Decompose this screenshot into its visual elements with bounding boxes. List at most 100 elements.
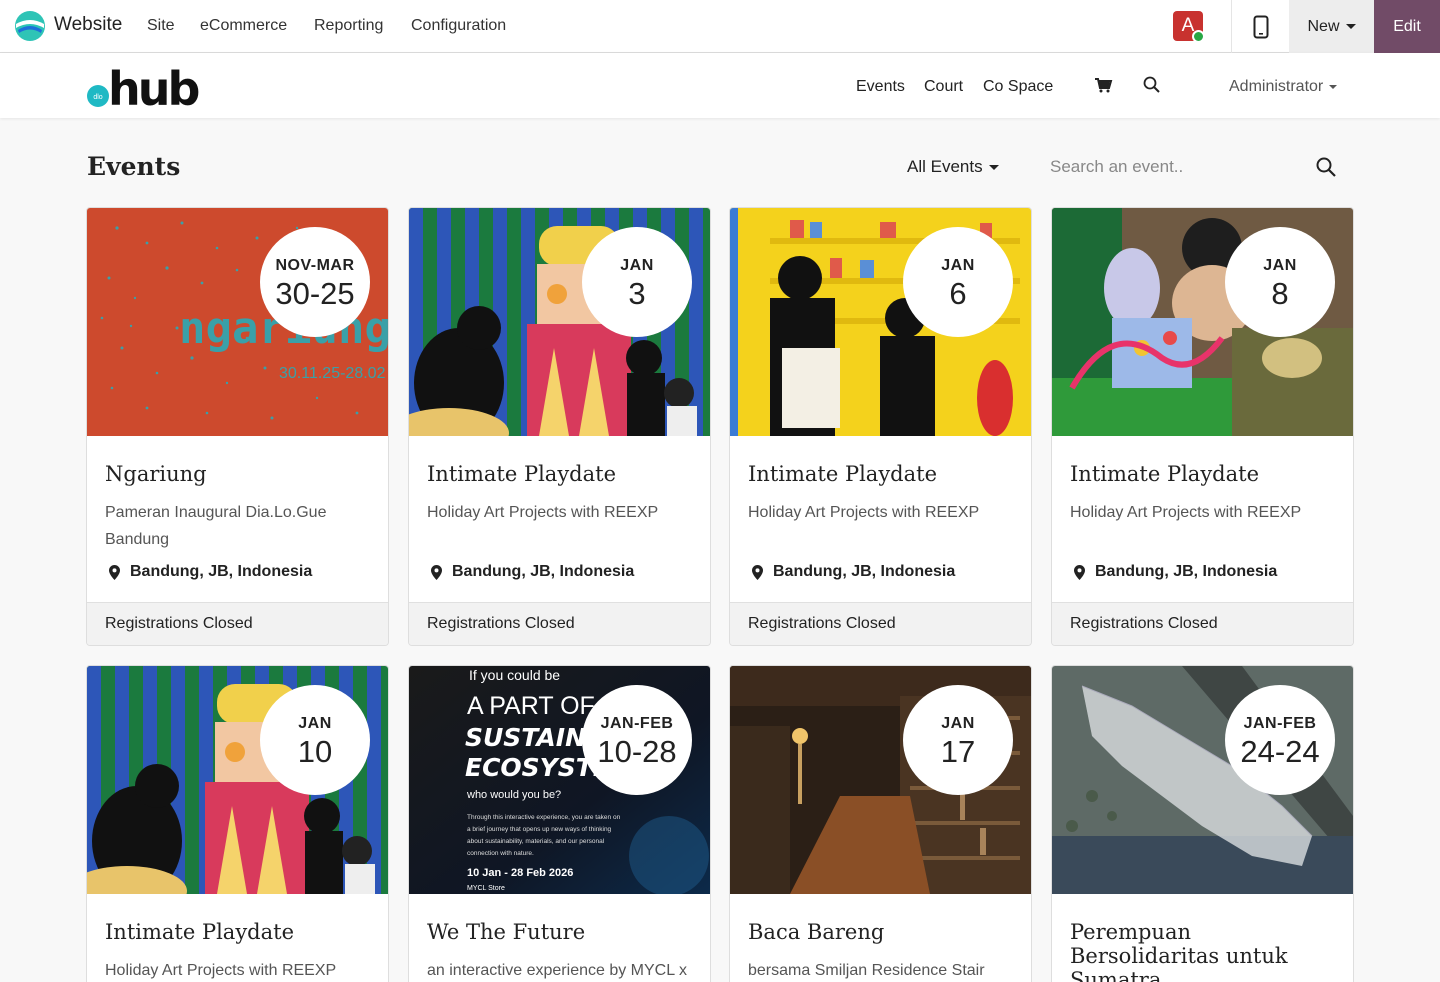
date-month: JAN (298, 715, 332, 732)
event-subtitle: an interactive experience by MYCL x (427, 962, 687, 979)
nav-co-space[interactable]: Co Space (983, 78, 1053, 96)
event-title[interactable]: Perempuan Bersolidaritas untuk Sumatra (1070, 920, 1335, 982)
filter-label: All Events (907, 157, 983, 176)
date-day: 10 (297, 734, 333, 769)
map-marker-icon (431, 564, 442, 580)
nav-events[interactable]: Events (856, 78, 905, 96)
date-badge: JAN 8 (1225, 227, 1335, 337)
date-badge: JAN-FEB 24-24 (1225, 685, 1335, 795)
event-card[interactable]: JAN 8 Intimate Playdate Holiday Art Proj… (1051, 207, 1354, 646)
date-month: JAN (941, 257, 975, 274)
event-card[interactable]: JAN 3 Intimate Playdate Holiday Art Proj… (408, 207, 711, 646)
svg-text:10 Jan - 28 Feb 2026: 10 Jan - 28 Feb 2026 (467, 867, 573, 879)
date-day: 17 (940, 734, 976, 769)
map-marker-icon (1074, 564, 1085, 580)
search-input[interactable] (1036, 145, 1354, 189)
menu-configuration[interactable]: Configuration (411, 17, 506, 35)
date-month: JAN (1263, 257, 1297, 274)
online-status-dot (1192, 30, 1205, 43)
app-title[interactable]: Website (54, 14, 122, 36)
website-app-icon[interactable] (14, 10, 46, 42)
date-day: 24-24 (1240, 734, 1320, 769)
date-day: 3 (628, 276, 646, 311)
event-subtitle: Pameran Inaugural Dia.Lo.Gue Bandung (105, 504, 327, 548)
date-day: 30-25 (275, 276, 355, 311)
date-badge: JAN 10 (260, 685, 370, 795)
event-location: Bandung, JB, Indonesia (1070, 563, 1277, 581)
svg-text:If you could be: If you could be (469, 667, 560, 683)
nav-court[interactable]: Court (924, 78, 963, 96)
location-text: Bandung, JB, Indonesia (130, 563, 313, 580)
event-title[interactable]: We The Future (427, 920, 692, 944)
chevron-down-icon (1329, 84, 1338, 89)
event-title[interactable]: Intimate Playdate (748, 462, 1013, 486)
search-icon[interactable] (1314, 155, 1338, 179)
map-marker-icon (109, 564, 120, 580)
site-logo[interactable]: dlo hub (86, 63, 210, 109)
event-title[interactable]: Intimate Playdate (105, 920, 370, 944)
site-header: dlo hub Events Court Co Space Administra… (0, 53, 1440, 118)
event-subtitle: Holiday Art Projects with REEXP (748, 504, 980, 521)
date-badge: JAN-FEB 10-28 (582, 685, 692, 795)
event-subtitle: bersama Smiljan Residence Stair (748, 962, 985, 979)
event-card[interactable]: JAN 6 Intimate Playdate Holiday Art Proj… (729, 207, 1032, 646)
event-location: Bandung, JB, Indonesia (427, 563, 634, 581)
page-title: Events (87, 152, 181, 181)
menu-site[interactable]: Site (147, 17, 175, 35)
user-menu[interactable]: Administrator (1229, 78, 1338, 96)
event-location: Bandung, JB, Indonesia (105, 563, 312, 581)
edit-button[interactable]: Edit (1374, 0, 1440, 53)
registration-status: Registrations Closed (730, 602, 1031, 645)
date-badge: JAN 17 (903, 685, 1013, 795)
date-month: JAN-FEB (1243, 715, 1317, 732)
chevron-down-icon (1345, 24, 1356, 29)
date-day: 6 (949, 276, 967, 311)
shopping-cart-icon[interactable] (1093, 75, 1113, 95)
date-month: JAN-FEB (600, 715, 674, 732)
menu-ecommerce[interactable]: eCommerce (200, 17, 287, 35)
date-badge: JAN 3 (582, 227, 692, 337)
registration-status: Registrations Closed (1052, 602, 1353, 645)
svg-text:who would you be?: who would you be? (466, 789, 561, 801)
event-title[interactable]: Baca Bareng (748, 920, 1013, 944)
new-content-button[interactable]: New (1289, 0, 1374, 53)
date-month: JAN (941, 715, 975, 732)
event-card[interactable]: JAN 17 Baca Bareng bersama Smiljan Resid… (729, 665, 1032, 982)
location-text: Bandung, JB, Indonesia (452, 563, 635, 580)
location-text: Bandung, JB, Indonesia (773, 563, 956, 580)
event-subtitle: Holiday Art Projects with REEXP (427, 504, 659, 521)
mobile-phone-icon (1253, 15, 1268, 38)
event-card[interactable]: JAN-FEB 24-24 Perempuan Bersolidaritas u… (1051, 665, 1354, 982)
user-menu-label: Administrator (1229, 78, 1324, 95)
date-day: 10-28 (597, 734, 677, 769)
svg-text:connection with nature.: connection with nature. (467, 850, 534, 857)
event-title[interactable]: Intimate Playdate (427, 462, 692, 486)
svg-text:a brief journey that opens up: a brief journey that opens up new ways o… (467, 826, 612, 833)
svg-text:hub: hub (108, 63, 198, 109)
svg-text:A PART OF: A PART OF (467, 692, 595, 720)
event-search (1036, 145, 1354, 189)
event-card[interactable]: JAN 10 Intimate Playdate Holiday Art Pro… (86, 665, 389, 982)
event-card[interactable]: If you could be A PART OF SUSTAINABLE EC… (408, 665, 711, 982)
admin-bar: Website Site eCommerce Reporting Configu… (0, 0, 1440, 53)
event-subtitle: Holiday Art Projects with REEXP (1070, 504, 1302, 521)
event-title[interactable]: Ngariung (105, 462, 370, 486)
svg-text:Through this interactive exper: Through this interactive experience, you… (467, 814, 621, 821)
search-icon[interactable] (1142, 75, 1162, 95)
registration-status: Registrations Closed (87, 602, 388, 645)
map-marker-icon (752, 564, 763, 580)
registration-status: Registrations Closed (409, 602, 710, 645)
events-filter-dropdown[interactable]: All Events (907, 157, 999, 177)
edit-label: Edit (1393, 17, 1421, 35)
date-month: JAN (620, 257, 654, 274)
event-location: Bandung, JB, Indonesia (748, 563, 955, 581)
menu-reporting[interactable]: Reporting (314, 17, 383, 35)
location-text: Bandung, JB, Indonesia (1095, 563, 1278, 580)
date-day: 8 (1271, 276, 1289, 311)
new-label: New (1307, 17, 1340, 35)
mobile-preview-button[interactable] (1231, 0, 1289, 53)
event-card[interactable]: ngariung 30.11.25-28.02 NOV-MAR 30-25 Ng… (86, 207, 389, 646)
svg-text:MYCL Store: MYCL Store (467, 885, 505, 892)
svg-text:dlo: dlo (93, 94, 102, 101)
event-title[interactable]: Intimate Playdate (1070, 462, 1335, 486)
